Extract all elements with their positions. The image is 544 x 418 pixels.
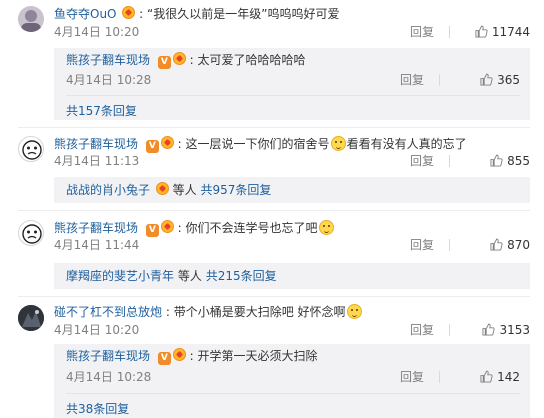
like-count: 855 [507,154,530,168]
view-all-replies-link[interactable]: 共157条回复 [66,95,520,119]
comment-text: 这一层说一下你们的宿舍号 [185,137,330,151]
fan-badge-icon [155,182,169,195]
divider [439,371,440,383]
comment-date: 4月14日 11:44 [54,238,140,252]
comment-divider [18,296,530,297]
reply-date: 4月14日 10:28 [66,73,152,87]
view-all-replies-link[interactable]: 共38条回复 [66,393,520,417]
comment-divider [18,127,530,128]
reply-button[interactable]: 回复 [410,24,434,40]
verified-v-icon: V [145,224,159,237]
comment-meta: 4月14日 11:13 回复 855 [54,153,530,169]
reply-button[interactable]: 回复 [410,237,434,253]
comment-text: 你们不会连学号也忘了吧 [185,221,318,235]
nostalgic-emoji-icon [346,304,362,319]
comment-separator: : [139,7,144,21]
comment-meta: 4月14日 10:20 回复 3153 [54,322,530,338]
comment-text-line: 碰不了杠不到总放炮 : 带个小桶是要大扫除吧 好怀念啊 [54,304,530,320]
divider [449,26,450,38]
comment-meta: 4月14日 10:20 回复 11744 [54,24,530,40]
reply-button[interactable]: 回复 [400,72,424,88]
comment-text-line: 熊孩子翻车现场 V : 这一层说一下你们的宿舍号 看看有没有人真的忘了 [54,136,530,153]
divider [449,239,450,251]
reply-text-line: 熊孩子翻车现场 V : 开学第一天必须大扫除 [66,348,520,365]
reply-box: 熊孩子翻车现场 V : 太可爱了哈哈哈哈哈 4月14日 10:28 回复 365… [54,48,530,120]
fan-badge-icon [172,52,186,65]
reply-meta: 4月14日 10:28 回复 142 [66,369,520,385]
like-button[interactable]: 142 [444,369,520,385]
reply-meta: 4月14日 10:28 回复 365 [66,72,520,88]
comment-separator: : [177,221,182,235]
avatar[interactable] [18,6,44,32]
thumbs-up-icon [490,238,503,251]
replies-mid-text: 等人 [172,183,197,197]
fan-badge-icon [122,6,136,19]
comment-date: 4月14日 10:20 [54,323,140,337]
fan-badge-icon [160,136,174,149]
reply-user-link[interactable]: 战战的肖小兔子 [66,183,150,197]
like-count: 365 [497,73,520,87]
comment-text-continued: 看看有没有人真的忘了 [346,137,467,151]
like-button[interactable]: 870 [454,237,530,253]
replies-summary[interactable]: 战战的肖小兔子 等人 共957条回复 [54,177,530,203]
comment-divider [18,210,530,211]
reply-separator: : [189,53,194,67]
comment-text-line: 熊孩子翻车现场 V : 你们不会连学号也忘了吧 [54,220,530,237]
reply-button[interactable]: 回复 [410,153,434,169]
username-link[interactable]: 熊孩子翻车现场 [66,349,150,363]
comment-date: 4月14日 11:13 [54,154,140,168]
thumbs-up-icon [475,25,488,38]
comment-date: 4月14日 10:20 [54,25,140,39]
like-count: 870 [507,238,530,252]
username-link[interactable]: 碰不了杠不到总放炮 [54,305,162,319]
avatar[interactable] [18,220,44,246]
reply-date: 4月14日 10:28 [66,370,152,384]
username-link[interactable]: 鱼夺夺OuO [54,7,117,21]
like-button[interactable]: 11744 [454,24,530,40]
like-count: 11744 [491,25,530,39]
verified-v-icon: V [145,140,159,153]
username-link[interactable]: 熊孩子翻车现场 [54,221,138,235]
comment-separator: : [165,305,170,319]
replies-summary[interactable]: 摩羯座的斐艺小青年 等人 共215条回复 [54,263,530,289]
like-button[interactable]: 365 [444,72,520,88]
comment-text-line: 鱼夺夺OuO : “我很久以前是一年级”呜呜呜好可爱 [54,6,530,22]
username-link[interactable]: 熊孩子翻车现场 [54,137,138,151]
reply-text-line: 熊孩子翻车现场 V : 太可爱了哈哈哈哈哈 [66,52,520,69]
divider [439,74,440,86]
like-button[interactable]: 3153 [454,322,530,338]
reply-button[interactable]: 回复 [410,322,434,338]
thumbs-up-icon [482,323,496,336]
thumbs-up-icon [480,370,493,383]
fan-badge-icon [160,220,174,233]
view-all-replies-link[interactable]: 共215条回复 [206,269,277,283]
reply-user-link[interactable]: 摩羯座的斐艺小青年 [66,269,174,283]
comment-text: “我很久以前是一年级”呜呜呜好可爱 [147,7,340,21]
comment-text: 带个小桶是要大扫除吧 好怀念啊 [173,305,346,319]
reply-button[interactable]: 回复 [400,369,424,385]
verified-v-icon: V [157,56,171,69]
divider [449,324,450,336]
like-button[interactable]: 855 [454,153,530,169]
reply-text: 太可爱了哈哈哈哈哈 [197,53,306,67]
reply-box: 熊孩子翻车现场 V : 开学第一天必须大扫除 4月14日 10:28 回复 14… [54,344,530,418]
comment-separator: : [177,137,182,151]
like-count: 142 [497,370,520,384]
view-all-replies-link[interactable]: 共957条回复 [201,183,272,197]
fan-badge-icon [172,348,186,361]
verified-v-icon: V [157,352,171,365]
comment-meta: 4月14日 11:44 回复 870 [54,237,530,253]
like-count: 3153 [499,323,530,337]
avatar[interactable] [18,136,44,162]
username-link[interactable]: 熊孩子翻车现场 [66,53,150,67]
avatar[interactable] [18,305,44,331]
thumbs-up-icon [480,73,493,86]
reply-text: 开学第一天必须大扫除 [197,349,318,363]
smile-emoji-icon [330,136,346,151]
reply-separator: : [189,349,194,363]
thumbs-up-icon [490,154,503,167]
shy-emoji-icon [318,220,334,235]
replies-mid-text: 等人 [177,269,202,283]
divider [449,155,450,167]
